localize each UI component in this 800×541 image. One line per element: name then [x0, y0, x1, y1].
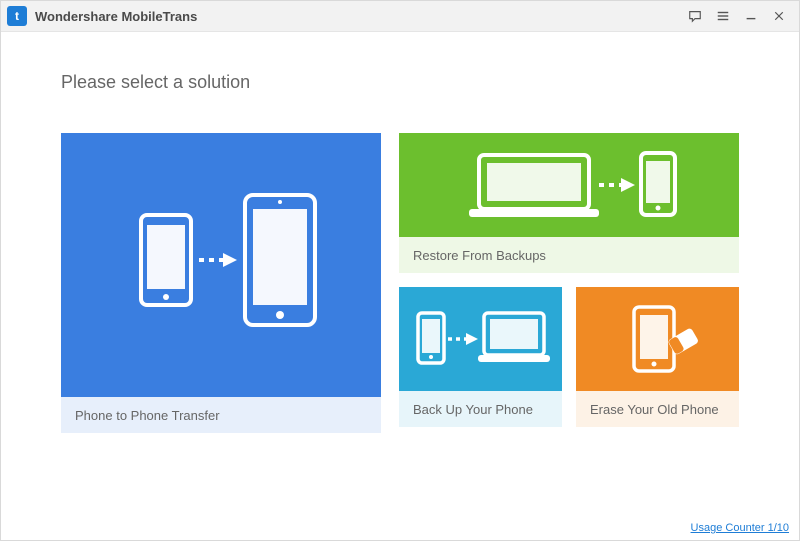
tile-label: Back Up Your Phone: [399, 391, 562, 427]
page-heading: Please select a solution: [61, 72, 739, 93]
phone-to-phone-icon: [61, 133, 381, 397]
close-button[interactable]: [765, 1, 793, 31]
tile-erase-your-old-phone[interactable]: Erase Your Old Phone: [576, 287, 739, 427]
svg-text:t: t: [15, 9, 19, 23]
usage-counter-link[interactable]: Usage Counter 1/10: [691, 522, 789, 534]
minimize-button[interactable]: [737, 1, 765, 31]
app-title: Wondershare MobileTrans: [35, 9, 197, 24]
titlebar: t Wondershare MobileTrans: [1, 1, 799, 32]
laptop-to-phone-icon: [399, 133, 739, 237]
menu-button[interactable]: [709, 1, 737, 31]
tile-label: Phone to Phone Transfer: [61, 397, 381, 433]
tile-label: Restore From Backups: [399, 237, 739, 273]
app-logo-icon: t: [7, 6, 27, 26]
feedback-button[interactable]: [681, 1, 709, 31]
phone-erase-icon: [576, 287, 739, 391]
solution-tiles: Phone to Phone Transfer: [61, 133, 739, 433]
tile-phone-to-phone-transfer[interactable]: Phone to Phone Transfer: [61, 133, 381, 433]
app-window: t Wondershare MobileTrans: [0, 0, 800, 541]
tile-label: Erase Your Old Phone: [576, 391, 739, 427]
tile-restore-from-backups[interactable]: Restore From Backups: [399, 133, 739, 273]
tile-back-up-your-phone[interactable]: Back Up Your Phone: [399, 287, 562, 427]
phone-to-laptop-icon: [399, 287, 562, 391]
content-area: Please select a solution: [1, 32, 799, 433]
